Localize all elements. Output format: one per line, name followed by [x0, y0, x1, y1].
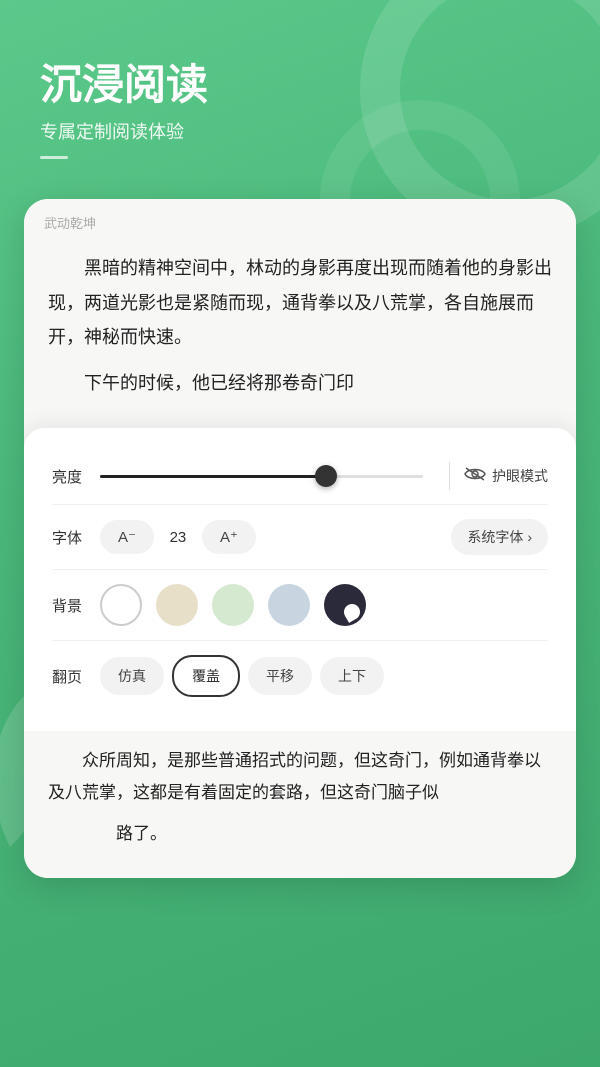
font-label: 字体 [52, 527, 88, 548]
font-controls: A⁻ 23 A⁺ 系统字体 › [100, 519, 548, 555]
main-card: 武动乾坤 黑暗的精神空间中，林动的身影再度出现而随着他的身影出现，两道光影也是紧… [24, 199, 576, 878]
font-decrease-button[interactable]: A⁻ [100, 520, 154, 554]
bottom-content: 众所周知，是那些普通招式的问题，但这奇门，例如通背拳以及八荒掌，这都是有着固定的… [24, 731, 576, 878]
bottom-paragraph-2: 路了。 [48, 818, 552, 850]
header-divider [40, 156, 68, 159]
brightness-divider [449, 462, 450, 490]
bg-option-beige[interactable] [156, 584, 198, 626]
pageturn-btn-simulated[interactable]: 仿真 [100, 657, 164, 695]
eye-mode-label: 护眼模式 [492, 466, 548, 486]
reading-paragraph-1: 黑暗的精神空间中，林动的身影再度出现而随着他的身影出现，两道光影也是紧随而现，通… [48, 251, 552, 354]
bg-option-mint[interactable] [212, 584, 254, 626]
eye-mode[interactable]: 护眼模式 [464, 466, 548, 487]
bg-option-bluegray[interactable] [268, 584, 310, 626]
eye-icon [464, 466, 486, 487]
brightness-row: 亮度 护眼模式 [52, 448, 548, 505]
book-title-bar: 武动乾坤 [24, 199, 576, 241]
page-title: 沉浸阅读 [40, 60, 560, 110]
pageturn-btn-slide[interactable]: 平移 [248, 657, 312, 695]
page-subtitle: 专属定制阅读体验 [40, 118, 560, 144]
slider-track[interactable] [100, 475, 423, 478]
pageturn-btn-updown[interactable]: 上下 [320, 657, 384, 695]
reading-paragraph-2: 下午的时候，他已经将那卷奇门印 [48, 366, 552, 400]
bg-option-white[interactable] [100, 584, 142, 626]
pageturn-options: 仿真 覆盖 平移 上下 [100, 655, 548, 697]
pageturn-label: 翻页 [52, 666, 88, 687]
bg-option-dark[interactable] [324, 584, 366, 626]
background-options [100, 584, 548, 626]
background-label: 背景 [52, 595, 88, 616]
slider-fill [100, 475, 326, 478]
bottom-paragraph: 众所周知，是那些普通招式的问题，但这奇门，例如通背拳以及八荒掌，这都是有着固定的… [48, 745, 552, 810]
background-row: 背景 [52, 570, 548, 641]
font-family-chevron: › [527, 529, 532, 545]
font-increase-button[interactable]: A⁺ [202, 520, 256, 554]
header: 沉浸阅读 专属定制阅读体验 [0, 0, 600, 179]
book-title: 武动乾坤 [44, 216, 96, 231]
brightness-label: 亮度 [52, 466, 88, 487]
font-row: 字体 A⁻ 23 A⁺ 系统字体 › [52, 505, 548, 570]
pageturn-btn-overlay[interactable]: 覆盖 [172, 655, 240, 697]
brightness-slider-wrap[interactable] [100, 475, 423, 478]
font-family-button[interactable]: 系统字体 › [451, 519, 548, 555]
font-family-label: 系统字体 [467, 527, 523, 547]
pageturn-row: 翻页 仿真 覆盖 平移 上下 [52, 641, 548, 711]
slider-thumb[interactable] [315, 465, 337, 487]
settings-panel: 亮度 护眼模式 [24, 428, 576, 731]
font-size-value: 23 [164, 529, 192, 546]
reading-content: 黑暗的精神空间中，林动的身影再度出现而随着他的身影出现，两道光影也是紧随而现，通… [24, 241, 576, 428]
